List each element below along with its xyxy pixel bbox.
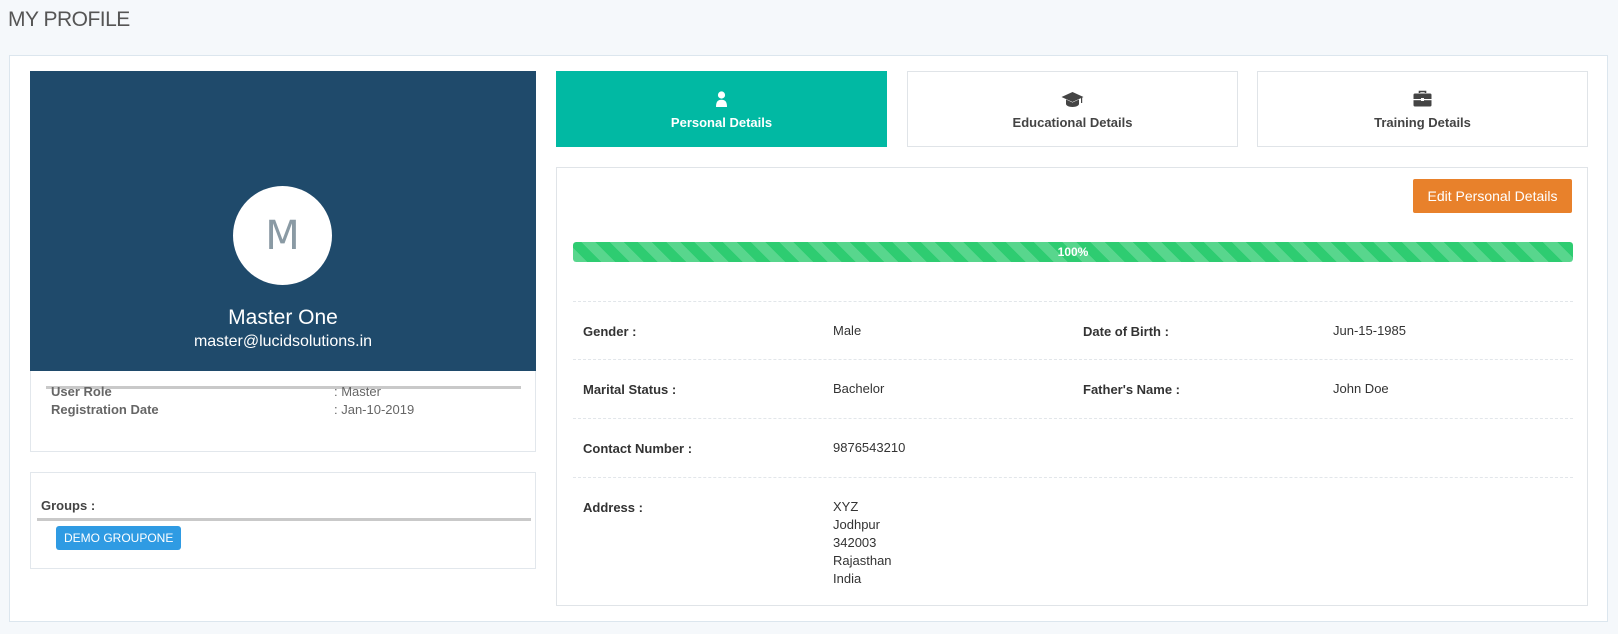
progress-label: 100%: [1057, 245, 1089, 259]
tab-label: Personal Details: [670, 115, 773, 130]
details-row: Contact Number : 9876543210: [573, 418, 1573, 477]
field-value-gender: Male: [833, 323, 862, 338]
info-label: Registration Date: [51, 402, 159, 417]
page-title: MY PROFILE: [8, 8, 130, 31]
field-label-contact-number: Contact Number :: [583, 441, 693, 456]
tab-personal-details[interactable]: Personal Details: [556, 71, 887, 147]
divider: [37, 518, 531, 521]
personal-details-panel: Edit Personal Details 100% Gender : Male…: [556, 167, 1588, 606]
details-row: Gender : Male Date of Birth : Jun-15-198…: [573, 301, 1573, 359]
field-label-marital-status: Marital Status :: [583, 382, 677, 397]
profile-progress-bar: 100%: [573, 242, 1573, 262]
tab-label: Educational Details: [1012, 115, 1133, 130]
tab-educational-details[interactable]: Educational Details: [907, 71, 1238, 147]
address-line: 342003: [833, 535, 877, 550]
field-label-gender: Gender :: [583, 324, 637, 339]
details-row: Marital Status : Bachelor Father's Name …: [573, 359, 1573, 418]
profile-name: Master One: [228, 306, 338, 329]
info-value: : Jan-10-2019: [334, 402, 415, 417]
tab-label: Training Details: [1374, 115, 1471, 130]
field-value-marital-status: Bachelor: [833, 381, 885, 396]
address-line: XYZ: [833, 499, 859, 514]
user-icon: [716, 91, 727, 107]
progress-fill: 100%: [573, 242, 1573, 262]
profile-card: M Master One master@lucidsolutions.in: [30, 71, 536, 371]
profile-info-box: User Role : Master Registration Date : J…: [30, 371, 536, 452]
address-line: Rajasthan: [833, 553, 892, 568]
groups-box: Groups : DEMO GROUPONE: [30, 472, 536, 569]
field-value-contact-number: 9876543210: [833, 440, 906, 455]
field-value-fathers-name: John Doe: [1333, 381, 1389, 396]
avatar: M: [233, 186, 332, 285]
field-label-dob: Date of Birth :: [1083, 324, 1169, 339]
info-label: User Role: [51, 384, 112, 399]
details-row: Address : XYZ Jodhpur 342003 Rajasthan I…: [573, 477, 1573, 597]
info-value: : Master: [334, 384, 381, 399]
field-value-dob: Jun-15-1985: [1333, 323, 1406, 338]
field-value-address: XYZ Jodhpur 342003 Rajasthan India: [833, 498, 892, 588]
graduation-cap-icon: [1061, 92, 1084, 107]
field-label-address: Address :: [583, 500, 643, 515]
group-badge[interactable]: DEMO GROUPONE: [56, 526, 182, 550]
groups-label: Groups :: [41, 498, 96, 513]
address-line: India: [833, 571, 862, 586]
field-label-fathers-name: Father's Name :: [1083, 382, 1181, 397]
address-line: Jodhpur: [833, 517, 880, 532]
tab-training-details[interactable]: Training Details: [1257, 71, 1588, 147]
briefcase-icon: [1413, 90, 1432, 107]
profile-email: master@lucidsolutions.in: [193, 333, 373, 350]
edit-personal-details-button[interactable]: Edit Personal Details: [1413, 179, 1572, 213]
